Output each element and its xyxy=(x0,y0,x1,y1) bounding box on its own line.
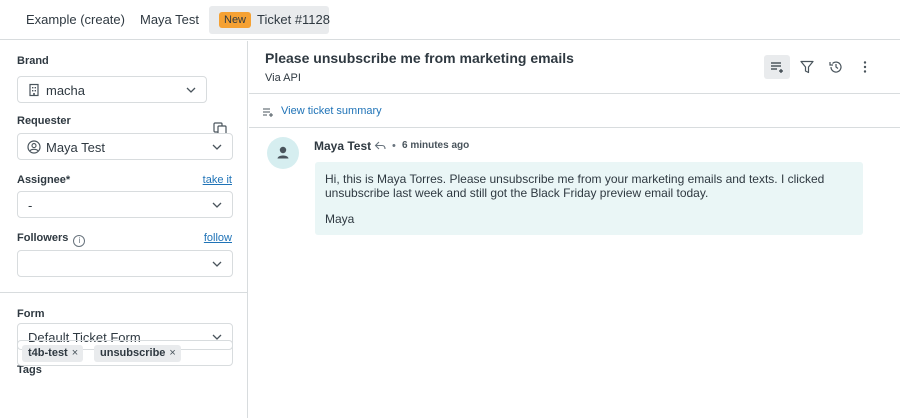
conversation-filter-icon xyxy=(771,62,783,73)
tag-label: unsubscribe xyxy=(100,347,166,359)
tab-bar: Example (create) Maya Test New Ticket #11… xyxy=(0,0,900,40)
summary-divider xyxy=(249,127,900,128)
avatar xyxy=(267,137,299,169)
followers-label-text: Followers xyxy=(17,232,69,244)
assignee-label: Assignee* xyxy=(17,174,71,186)
tab-ticket-label: Ticket #1128 xyxy=(257,12,331,27)
chevron-down-icon xyxy=(186,87,196,93)
user-circle-icon xyxy=(27,140,41,154)
summary-list-icon xyxy=(263,108,273,117)
message-author[interactable]: Maya Test xyxy=(314,139,371,153)
conversation-panel: Please unsubscribe me from marketing ema… xyxy=(249,41,900,418)
follow-link[interactable]: follow xyxy=(204,232,232,244)
message-timestamp: 6 minutes ago xyxy=(402,140,470,151)
followers-select[interactable] xyxy=(17,250,233,277)
tab-example-create[interactable]: Example (create) xyxy=(16,6,135,34)
conversation-filter-button[interactable] xyxy=(764,55,790,79)
tag-remove-icon[interactable]: × xyxy=(169,347,175,359)
brand-label: Brand xyxy=(17,55,49,67)
more-vertical-icon xyxy=(863,61,867,73)
requester-value: Maya Test xyxy=(46,140,106,155)
tag-label: t4b-test xyxy=(28,347,68,359)
assignee-value: - xyxy=(28,198,33,213)
reply-icon xyxy=(374,141,386,150)
header-divider xyxy=(249,93,900,94)
tag-item: unsubscribe × xyxy=(94,345,181,362)
tab-ticket-1128[interactable]: New Ticket #1128 xyxy=(209,6,331,34)
message-signature: Maya xyxy=(325,212,355,226)
brand-value: macha xyxy=(46,83,86,98)
chevron-down-icon xyxy=(212,261,222,267)
ticket-subject: Please unsubscribe me from marketing ema… xyxy=(265,50,574,66)
filter-button[interactable] xyxy=(794,55,820,79)
tags-input[interactable]: t4b-test × unsubscribe × xyxy=(17,340,233,366)
view-ticket-summary-link[interactable]: View ticket summary xyxy=(281,105,382,117)
followers-label: Followers i xyxy=(17,232,86,247)
building-icon xyxy=(29,83,39,97)
form-label: Form xyxy=(17,308,45,320)
requester-select[interactable]: Maya Test xyxy=(17,133,233,160)
history-icon xyxy=(829,61,842,73)
user-icon xyxy=(277,146,289,159)
separator-dot: • xyxy=(392,140,396,152)
tag-remove-icon[interactable]: × xyxy=(72,347,78,359)
more-button[interactable] xyxy=(852,55,878,79)
section-divider xyxy=(0,292,248,293)
message-bubble: Hi, this is Maya Torres. Please unsubscr… xyxy=(315,162,863,235)
history-button[interactable] xyxy=(823,55,849,79)
requester-label: Requester xyxy=(17,115,71,127)
assignee-select[interactable]: - xyxy=(17,191,233,218)
brand-select[interactable]: macha xyxy=(17,76,207,103)
chevron-down-icon xyxy=(212,202,222,208)
take-it-link[interactable]: take it xyxy=(203,174,232,186)
tab-maya-test[interactable]: Maya Test xyxy=(130,6,209,34)
filter-icon xyxy=(800,60,814,74)
tag-item: t4b-test × xyxy=(22,345,84,362)
ticket-channel: Via API xyxy=(265,72,301,84)
message-body: Hi, this is Maya Torres. Please unsubscr… xyxy=(325,172,825,200)
info-icon[interactable]: i xyxy=(73,235,86,247)
new-badge: New xyxy=(219,12,252,28)
chevron-down-icon xyxy=(212,144,222,150)
